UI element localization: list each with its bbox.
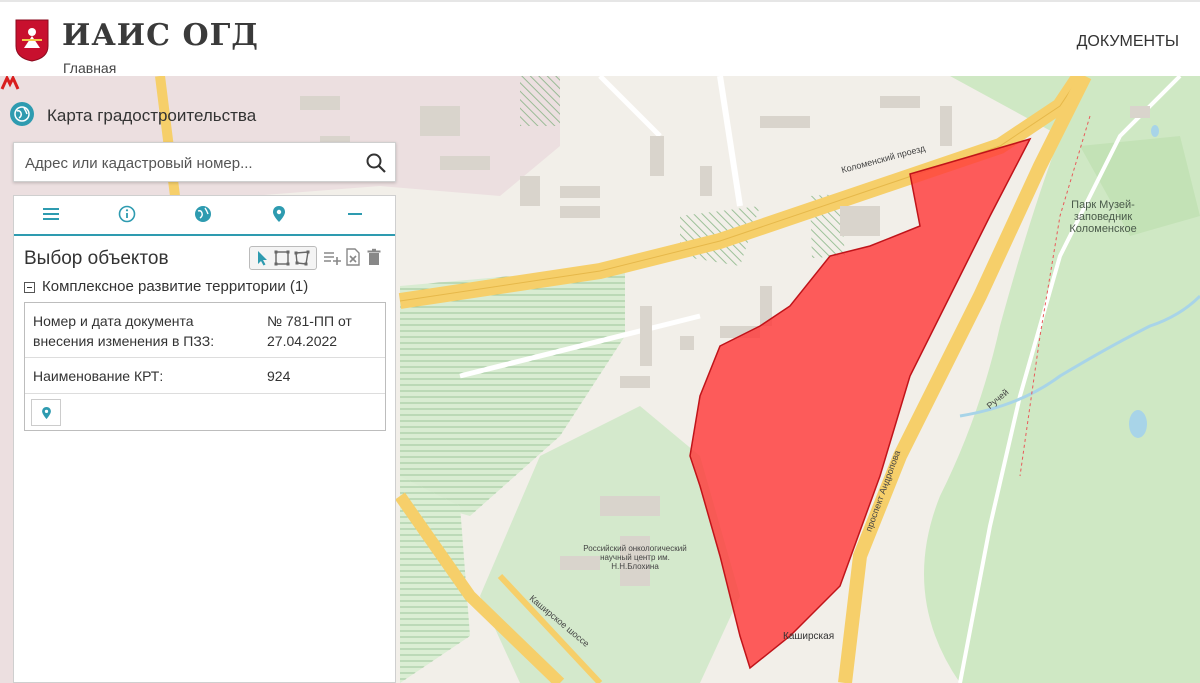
search-input[interactable] bbox=[23, 152, 357, 174]
address-search bbox=[13, 142, 396, 182]
info-icon bbox=[118, 205, 136, 223]
cancer-center-label: Российский онкологический научный центр … bbox=[583, 544, 687, 571]
map-pin-icon bbox=[42, 406, 51, 420]
collapse-toggle-icon[interactable] bbox=[24, 282, 35, 293]
park-label: Парк Музей-заповедник Коломенское bbox=[1069, 199, 1137, 235]
polygon-select-icon[interactable] bbox=[293, 249, 311, 267]
table-row: Номер и дата документа внесения изменени… bbox=[25, 303, 385, 358]
moscow-coat-of-arms-icon[interactable] bbox=[14, 18, 50, 62]
trash-icon[interactable] bbox=[365, 248, 383, 266]
globe-icon bbox=[10, 102, 34, 126]
tab-layers[interactable] bbox=[166, 196, 242, 232]
attribute-key: Наименование КРТ: bbox=[33, 368, 164, 384]
metro-icon bbox=[0, 76, 20, 90]
cursor-select-icon[interactable] bbox=[253, 249, 271, 267]
metro-label: Каширская bbox=[783, 631, 835, 642]
krt-attributes-table: Номер и дата документа внесения изменени… bbox=[24, 302, 386, 431]
table-row: Наименование КРТ: 924 bbox=[25, 358, 385, 394]
selection-toolbar bbox=[249, 246, 383, 270]
tab-selection[interactable] bbox=[242, 196, 318, 232]
selection-title: Выбор объектов bbox=[24, 248, 169, 269]
section-title: Комплексное развитие территории (1) bbox=[42, 278, 309, 295]
tab-info[interactable] bbox=[90, 196, 166, 232]
documents-link[interactable]: ДОКУМЕНТЫ bbox=[1077, 33, 1179, 51]
box-select-icon[interactable] bbox=[273, 249, 291, 267]
locate-on-map-button[interactable] bbox=[31, 399, 61, 426]
tab-menu[interactable] bbox=[14, 196, 90, 232]
export-excel-icon[interactable] bbox=[344, 248, 362, 266]
panel-tabs bbox=[14, 196, 395, 236]
attribute-value: № 781-ПП от 27.04.2022 bbox=[267, 313, 352, 349]
tab-collapse[interactable] bbox=[318, 196, 394, 232]
menu-icon bbox=[43, 208, 59, 220]
attribute-value: 924 bbox=[267, 368, 291, 384]
add-list-icon[interactable] bbox=[323, 248, 341, 266]
app-title: ИАИС ОГД bbox=[62, 18, 259, 53]
breadcrumb-home[interactable]: Главная bbox=[63, 60, 116, 76]
minus-icon bbox=[348, 213, 362, 215]
selection-panel: Выбор объектов Комплексное развитие терр… bbox=[13, 195, 396, 683]
map-pin-icon bbox=[273, 206, 285, 222]
globe-icon bbox=[195, 206, 211, 222]
attribute-key: Номер и дата документа внесения изменени… bbox=[33, 313, 215, 349]
map-title: Карта градостроительства bbox=[47, 106, 257, 125]
search-icon[interactable] bbox=[365, 152, 387, 174]
selection-mode-group bbox=[249, 246, 317, 270]
app-header: ИАИС ОГД Главная ДОКУМЕНТЫ bbox=[0, 0, 1200, 76]
